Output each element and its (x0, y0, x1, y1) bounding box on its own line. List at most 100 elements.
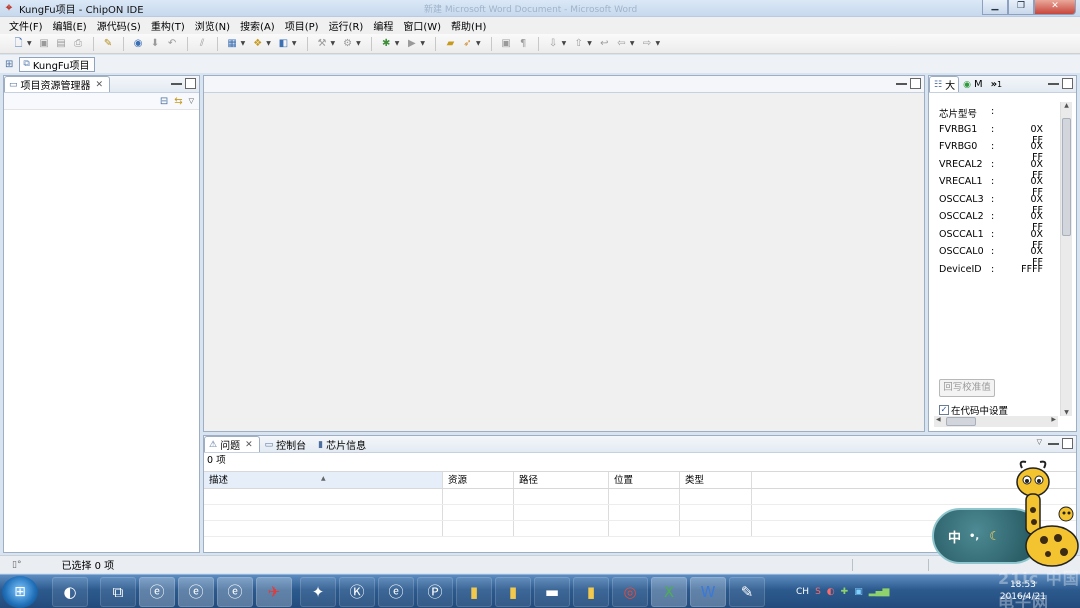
taskbar-ie-browser-icon[interactable]: ⓔ (378, 576, 414, 607)
taskbar-app-360-icon[interactable]: ◐ (52, 576, 88, 607)
column-header-location[interactable]: 位置 (609, 472, 680, 488)
taskbar-app-network-icon[interactable]: ⧉ (100, 576, 136, 607)
settings-icon[interactable]: ⚙ (341, 37, 354, 50)
taskbar-excel-icon[interactable]: X (651, 576, 687, 607)
taskbar-app-red-icon[interactable]: ◎ (612, 576, 648, 607)
column-header-resource[interactable]: 资源 (443, 472, 514, 488)
taskbar-folder-icon[interactable]: ▮ (495, 576, 531, 607)
collapse-all-icon[interactable]: ⊟ (160, 96, 168, 107)
taskbar-paint-icon[interactable]: ✎ (729, 576, 765, 607)
taskbar-folder-icon[interactable]: ▮ (456, 576, 492, 607)
back-arrow-icon[interactable]: ⇦ (615, 37, 628, 50)
menu-refactor[interactable]: 重构(T) (146, 18, 190, 33)
maximize-view-button[interactable] (185, 78, 196, 89)
chevron-down-icon[interactable]: ▼ (656, 40, 661, 47)
giraffe-mascot-icon[interactable] (1004, 460, 1080, 580)
tab-m[interactable]: ◉ M (959, 76, 987, 92)
folder-build-icon[interactable]: ❖ (251, 37, 264, 50)
close-tab-icon[interactable]: ✕ (96, 80, 104, 90)
taskbar-word-icon[interactable]: W (690, 576, 726, 607)
chevron-down-icon[interactable]: ▼ (27, 40, 32, 47)
view-menu-icon[interactable]: ▽ (1037, 438, 1042, 449)
taskbar-app-k-icon[interactable]: Ⓚ (339, 576, 375, 607)
chip-vertical-scrollbar[interactable]: ▲ ▼ (1060, 102, 1072, 416)
chevron-down-icon[interactable]: ▼ (292, 40, 297, 47)
write-calibration-button[interactable]: 回写校准值 (939, 379, 995, 397)
tray-language-indicator[interactable]: CH (796, 587, 809, 597)
close-tab-icon[interactable]: ✕ (245, 440, 253, 450)
link-editor-icon[interactable]: ⇆ (174, 96, 182, 107)
set-in-code-checkbox-row[interactable]: ✓ 在代码中设置 (939, 403, 1008, 417)
undo-icon[interactable]: ↶ (166, 37, 179, 50)
next-annotation-icon[interactable]: ⇩ (547, 37, 560, 50)
chip-horizontal-scrollbar[interactable]: ◀ ▶ (934, 416, 1058, 427)
build-hammer-icon[interactable]: ⚒ (316, 37, 329, 50)
save-icon[interactable]: ▣ (38, 37, 51, 50)
minimize-bottom-view-button[interactable] (1048, 438, 1059, 445)
scroll-up-icon[interactable]: ▲ (1061, 102, 1072, 109)
menu-project[interactable]: 项目(P) (280, 18, 324, 33)
last-edit-icon[interactable]: ↩ (598, 37, 611, 50)
tray-security-icon[interactable]: ✚ (841, 587, 849, 597)
run-icon[interactable]: ▶ (405, 37, 418, 50)
tab-problems[interactable]: ⚠ 问题 ✕ (204, 436, 260, 452)
column-header-description[interactable]: 描述 ▲ (204, 472, 443, 488)
chevron-down-icon[interactable]: ▼ (562, 40, 567, 47)
prev-annotation-icon[interactable]: ⇧ (572, 37, 585, 50)
minimize-chip-view-button[interactable] (1048, 78, 1059, 85)
print-icon[interactable]: ⎙ (72, 37, 85, 50)
tray-app-icon[interactable]: ◐ (827, 587, 835, 597)
scroll-left-icon[interactable]: ◀ (936, 416, 941, 423)
new-project-icon[interactable]: ▦ (226, 37, 239, 50)
open-folder-icon[interactable]: ▰ (444, 37, 457, 50)
open-perspective-icon[interactable]: ⊞ (5, 59, 13, 70)
perspective-kungfu[interactable]: ⧉ KungFu项目 (19, 56, 96, 72)
taskbar-ie-browser-icon[interactable]: ⓔ (178, 576, 214, 607)
scrollbar-thumb[interactable] (946, 417, 976, 426)
menu-run[interactable]: 运行(R) (324, 18, 369, 33)
tray-app-icon[interactable]: ▣ (854, 587, 863, 597)
chevron-down-icon[interactable]: ▼ (476, 40, 481, 47)
taskbar-chipon-ide-icon[interactable]: ✈ (256, 576, 292, 607)
new-file-icon[interactable]: 🗋 (12, 37, 25, 50)
taskbar-app-bird-icon[interactable]: ✦ (300, 576, 336, 607)
scrollbar-thumb[interactable] (1062, 118, 1071, 236)
menu-source[interactable]: 源代码(S) (92, 18, 146, 33)
chevron-down-icon[interactable]: ▼ (420, 40, 425, 47)
launch-rocket-icon[interactable]: ➶ (461, 37, 474, 50)
chevron-down-icon[interactable]: ▼ (587, 40, 592, 47)
maximize-chip-view-button[interactable] (1062, 78, 1073, 89)
minimize-button[interactable]: ▁ (982, 0, 1008, 15)
tab-chip-info[interactable]: ▮ 芯片信息 (313, 436, 373, 453)
new-class-icon[interactable]: ◧ (277, 37, 290, 50)
close-button[interactable]: ✕ (1034, 0, 1076, 15)
maximize-bottom-view-button[interactable] (1062, 438, 1073, 449)
scroll-down-icon[interactable]: ▼ (1061, 409, 1072, 416)
menu-edit[interactable]: 编辑(E) (48, 18, 92, 33)
chevron-down-icon[interactable]: ▼ (241, 40, 246, 47)
menu-file[interactable]: 文件(F) (4, 18, 48, 33)
tab-console[interactable]: ▭ 控制台 (260, 436, 314, 453)
fast-view-icon[interactable]: ▯° (12, 560, 21, 570)
chevron-down-icon[interactable]: ▼ (356, 40, 361, 47)
taskbar-ie-browser-icon[interactable]: ⓔ (217, 576, 253, 607)
menu-help[interactable]: 帮助(H) (446, 18, 491, 33)
menu-navigate[interactable]: 浏览(N) (190, 18, 235, 33)
scroll-right-icon[interactable]: ▶ (1051, 416, 1056, 423)
chevron-down-icon[interactable]: ▼ (266, 40, 271, 47)
menu-window[interactable]: 窗口(W) (398, 18, 446, 33)
column-header-type[interactable]: 类型 (680, 472, 752, 488)
clean-brush-icon[interactable]: ✎ (102, 37, 115, 50)
maximize-editor-button[interactable] (910, 78, 921, 89)
chevron-down-icon[interactable]: ▼ (630, 40, 635, 47)
download-arrow-icon[interactable]: ⬇ (149, 37, 162, 50)
minimize-view-button[interactable] (171, 78, 182, 85)
minimize-editor-button[interactable] (896, 78, 907, 85)
start-button[interactable]: ⊞ (2, 575, 38, 608)
chevron-down-icon[interactable]: ▼ (395, 40, 400, 47)
view-menu-icon[interactable]: ▽ (189, 97, 194, 105)
menu-search[interactable]: 搜索(A) (235, 18, 280, 33)
tray-sogou-icon[interactable]: S (815, 587, 821, 597)
column-header-path[interactable]: 路径 (514, 472, 609, 488)
globe-icon[interactable]: ◉ (132, 37, 145, 50)
